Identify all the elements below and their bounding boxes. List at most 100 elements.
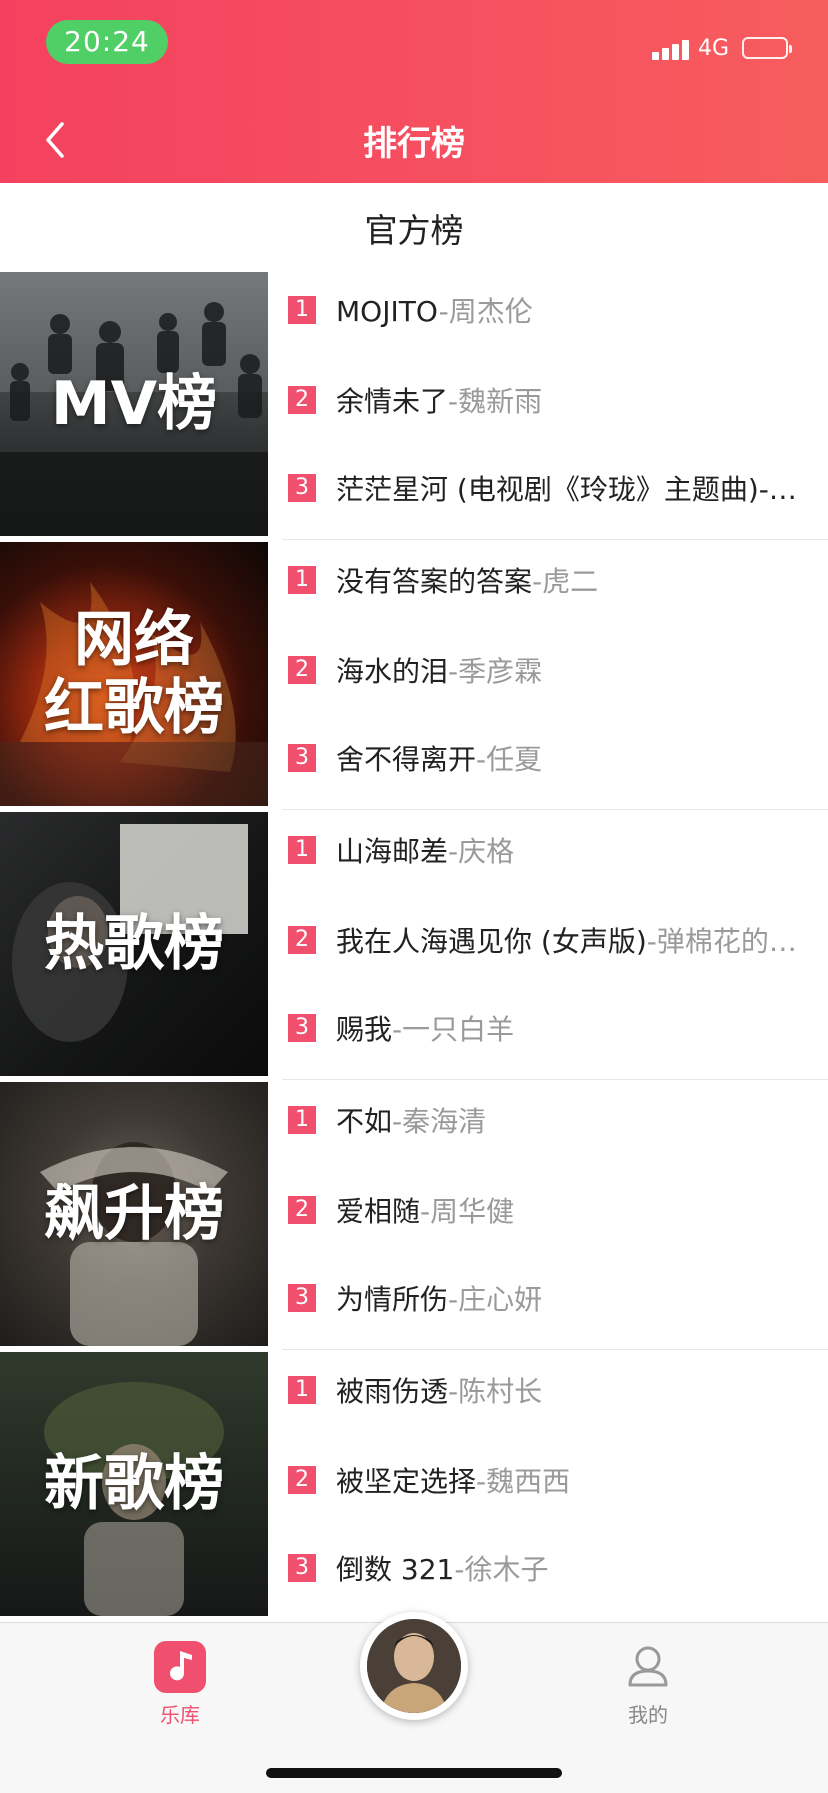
song-text: 为情所伤-庄心妍 bbox=[336, 1278, 542, 1318]
song-artist: -徐木子 bbox=[454, 1553, 549, 1586]
song-text: 余情未了-魏新雨 bbox=[336, 380, 542, 420]
music-note-icon bbox=[154, 1641, 206, 1693]
song-text: 山海邮差-庆格 bbox=[336, 830, 514, 870]
song-item[interactable]: 1 MOJITO-周杰伦 bbox=[288, 290, 808, 330]
rank-badge: 3 bbox=[288, 1284, 316, 1312]
song-item[interactable]: 3 舍不得离开-任夏 bbox=[288, 738, 808, 778]
rank-badge: 3 bbox=[288, 744, 316, 772]
rank-card-hot[interactable]: 热歌榜 1 山海邮差-庆格 2 我在人海遇见你 (女声版)-弹棉花的… 3 赐我… bbox=[0, 810, 828, 1080]
song-item[interactable]: 1 不如-秦海清 bbox=[288, 1100, 808, 1140]
song-artist: -虎二 bbox=[532, 565, 599, 598]
battery-icon bbox=[742, 37, 792, 59]
song-text: 茫茫星河 (电视剧《玲珑》主题曲)-… bbox=[336, 468, 797, 508]
song-title: 余情未了 bbox=[336, 385, 449, 418]
song-title: 被雨伤透 bbox=[336, 1375, 449, 1408]
rank-badge: 2 bbox=[288, 1196, 316, 1224]
song-artist: -一只白羊 bbox=[392, 1013, 515, 1046]
song-item[interactable]: 3 倒数 321-徐木子 bbox=[288, 1548, 808, 1588]
tab-me-label: 我的 bbox=[628, 1703, 668, 1727]
cover-new[interactable]: 新歌榜 bbox=[0, 1352, 268, 1616]
cover-network[interactable]: 网络 红歌榜 bbox=[0, 542, 268, 806]
song-title: 茫茫星河 (电视剧《玲珑》主题曲)-… bbox=[336, 473, 797, 506]
song-text: MOJITO-周杰伦 bbox=[336, 290, 533, 330]
page-title: 排行榜 bbox=[363, 124, 465, 164]
rank-badge: 2 bbox=[288, 386, 316, 414]
song-artist: -魏新雨 bbox=[448, 385, 543, 418]
song-title: 被坚定选择 bbox=[336, 1465, 477, 1498]
rank-card-rising[interactable]: 飙升榜 1 不如-秦海清 2 爱相随-周华健 3 为情所伤-庄心妍 bbox=[0, 1080, 828, 1350]
song-title: 不如 bbox=[336, 1105, 393, 1138]
rank-badge: 1 bbox=[288, 1106, 316, 1134]
user-icon bbox=[628, 1646, 668, 1687]
network-label: 4G bbox=[698, 36, 730, 61]
song-text: 爱相随-周华健 bbox=[336, 1190, 514, 1230]
tab-me[interactable]: 我的 bbox=[578, 1641, 718, 1728]
song-artist: -周杰伦 bbox=[438, 295, 533, 328]
song-artist: -庄心妍 bbox=[448, 1283, 543, 1316]
now-playing-button[interactable] bbox=[360, 1612, 468, 1720]
cover-rising[interactable]: 飙升榜 bbox=[0, 1082, 268, 1346]
rank-badge: 3 bbox=[288, 1554, 316, 1582]
song-item[interactable]: 3 茫茫星河 (电视剧《玲珑》主题曲)-… bbox=[288, 468, 808, 508]
song-text: 不如-秦海清 bbox=[336, 1100, 486, 1140]
song-title: 舍不得离开 bbox=[336, 743, 477, 776]
song-text: 没有答案的答案-虎二 bbox=[336, 560, 598, 600]
signal-icon bbox=[652, 38, 696, 60]
song-item[interactable]: 2 余情未了-魏新雨 bbox=[288, 380, 808, 420]
song-artist: -陈村长 bbox=[448, 1375, 543, 1408]
status-time: 20:24 bbox=[46, 20, 168, 64]
song-title: 山海邮差 bbox=[336, 835, 449, 868]
rank-badge: 2 bbox=[288, 926, 316, 954]
cover-label: 网络 红歌榜 bbox=[44, 605, 224, 743]
song-text: 我在人海遇见你 (女声版)-弹棉花的… bbox=[336, 920, 797, 960]
song-title: 赐我 bbox=[336, 1013, 393, 1046]
cover-label: 新歌榜 bbox=[44, 1449, 224, 1519]
song-text: 舍不得离开-任夏 bbox=[336, 738, 542, 778]
cover-hot[interactable]: 热歌榜 bbox=[0, 812, 268, 1076]
song-item[interactable]: 3 赐我-一只白羊 bbox=[288, 1008, 808, 1048]
header-bar: 20:24 4G 排行榜 bbox=[0, 0, 828, 183]
song-text: 被雨伤透-陈村长 bbox=[336, 1370, 542, 1410]
song-artist: -任夏 bbox=[476, 743, 543, 776]
cover-mv[interactable]: MV榜 bbox=[0, 272, 268, 536]
song-list: 1 没有答案的答案-虎二 2 海水的泪-季彦霖 3 舍不得离开-任夏 bbox=[268, 540, 828, 810]
rank-badge: 1 bbox=[288, 836, 316, 864]
song-title: 为情所伤 bbox=[336, 1283, 449, 1316]
song-artist: -秦海清 bbox=[392, 1105, 487, 1138]
song-artist: -魏西西 bbox=[476, 1465, 571, 1498]
song-list: 1 不如-秦海清 2 爱相随-周华健 3 为情所伤-庄心妍 bbox=[268, 1080, 828, 1350]
song-list: 1 被雨伤透-陈村长 2 被坚定选择-魏西西 3 倒数 321-徐木子 bbox=[268, 1350, 828, 1620]
section-title: 官方榜 bbox=[364, 211, 464, 250]
song-item[interactable]: 2 海水的泪-季彦霖 bbox=[288, 650, 808, 690]
song-list: 1 MOJITO-周杰伦 2 余情未了-魏新雨 3 茫茫星河 (电视剧《玲珑》主… bbox=[268, 270, 828, 540]
song-item[interactable]: 1 山海邮差-庆格 bbox=[288, 830, 808, 870]
song-title: MOJITO bbox=[336, 295, 439, 328]
song-title: 倒数 321 bbox=[336, 1553, 455, 1586]
rank-badge: 2 bbox=[288, 1466, 316, 1494]
now-playing-avatar bbox=[367, 1619, 461, 1713]
rank-card-mv[interactable]: MV榜 1 MOJITO-周杰伦 2 余情未了-魏新雨 3 茫茫星河 (电视剧《… bbox=[0, 270, 828, 540]
song-artist: -季彦霖 bbox=[448, 655, 543, 688]
cover-label: 热歌榜 bbox=[44, 909, 224, 979]
song-text: 被坚定选择-魏西西 bbox=[336, 1460, 570, 1500]
rank-badge: 2 bbox=[288, 656, 316, 684]
tab-library[interactable]: 乐库 bbox=[110, 1641, 250, 1728]
song-text: 海水的泪-季彦霖 bbox=[336, 650, 542, 690]
song-text: 倒数 321-徐木子 bbox=[336, 1548, 548, 1588]
song-item[interactable]: 1 被雨伤透-陈村长 bbox=[288, 1370, 808, 1410]
song-item[interactable]: 2 爱相随-周华健 bbox=[288, 1190, 808, 1230]
rank-badge: 3 bbox=[288, 474, 316, 502]
song-artist: -庆格 bbox=[448, 835, 515, 868]
rank-badge: 1 bbox=[288, 296, 316, 324]
rank-card-new[interactable]: 新歌榜 1 被雨伤透-陈村长 2 被坚定选择-魏西西 3 倒数 321-徐木子 bbox=[0, 1350, 828, 1620]
rank-card-network[interactable]: 网络 红歌榜 1 没有答案的答案-虎二 2 海水的泪-季彦霖 3 舍不得离开-任… bbox=[0, 540, 828, 810]
song-item[interactable]: 2 我在人海遇见你 (女声版)-弹棉花的… bbox=[288, 920, 808, 960]
song-item[interactable]: 2 被坚定选择-魏西西 bbox=[288, 1460, 808, 1500]
cover-label: 飙升榜 bbox=[44, 1179, 224, 1249]
song-title: 爱相随 bbox=[336, 1195, 421, 1228]
song-title: 海水的泪 bbox=[336, 655, 449, 688]
home-indicator bbox=[266, 1768, 562, 1778]
song-title: 我在人海遇见你 (女声版) bbox=[336, 925, 647, 958]
song-item[interactable]: 3 为情所伤-庄心妍 bbox=[288, 1278, 808, 1318]
song-item[interactable]: 1 没有答案的答案-虎二 bbox=[288, 560, 808, 600]
